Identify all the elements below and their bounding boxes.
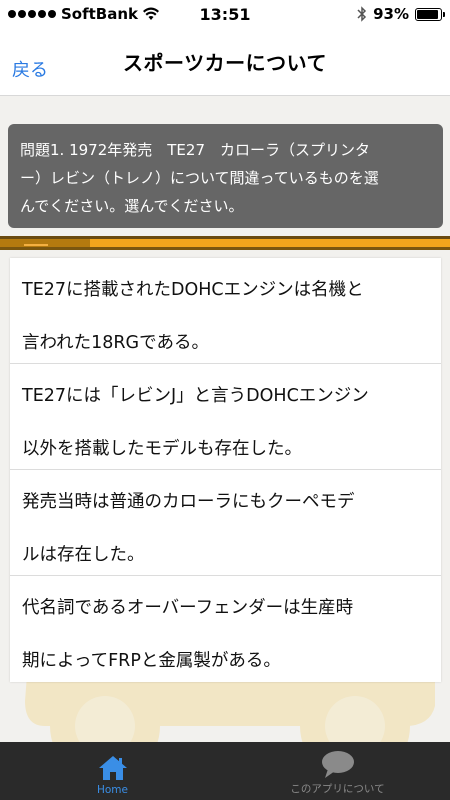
carrier-label: SoftBank	[61, 5, 139, 23]
house-icon	[98, 756, 127, 780]
answer-option-3-line-2: ルは存在した。	[22, 545, 145, 565]
question-box: 問題1. 1972年発売 TE27 カローラ（スプリンタ ー）レビン（トレノ）に…	[8, 124, 443, 228]
question-text-line-3: んでください。選んでください。	[20, 197, 244, 215]
question-text-line-2: ー）レビン（トレノ）について間違っているものを選	[20, 169, 379, 187]
speech-bubble-icon	[321, 751, 354, 778]
navigation-bar: 戻る スポーツカーについて	[0, 28, 450, 96]
answer-option-3[interactable]: 発売当時は普通のカローラにもクーペモデ ルは存在した。	[10, 470, 441, 576]
answer-list: TE27に搭載されたDOHCエンジンは名機と 言われた18RGである。 TE27…	[10, 258, 441, 682]
answer-option-4[interactable]: 代名詞であるオーバーフェンダーは生産時 期によってFRPと金属製がある。	[10, 576, 441, 682]
answer-option-1[interactable]: TE27に搭載されたDOHCエンジンは名機と 言われた18RGである。	[10, 258, 441, 364]
battery-percent: 93%	[373, 5, 409, 23]
progress-bar	[0, 236, 450, 250]
wifi-icon	[143, 7, 160, 20]
tab-bar: Home このアプリについて	[0, 742, 450, 800]
answer-option-2-line-1: TE27には「レビンJ」と言うDOHCエンジン	[22, 386, 369, 406]
battery-fill	[417, 9, 439, 19]
answer-option-4-line-1: 代名詞であるオーバーフェンダーは生産時	[22, 598, 354, 618]
answer-option-1-line-2: 言われた18RGである。	[22, 333, 209, 353]
page-title: スポーツカーについて	[123, 51, 327, 75]
status-bar: SoftBank 13:51 93%	[0, 0, 450, 28]
tab-home[interactable]: Home	[0, 742, 225, 800]
answer-option-2-line-2: 以外を搭載したモデルも存在した。	[22, 439, 302, 459]
back-button[interactable]: 戻る	[12, 56, 48, 82]
signal-strength-icon	[8, 10, 56, 18]
status-time: 13:51	[199, 4, 251, 24]
tab-home-label: Home	[96, 784, 128, 796]
answer-option-4-line-2: 期によってFRPと金属製がある。	[22, 651, 281, 671]
answer-option-1-line-1: TE27に搭載されたDOHCエンジンは名機と	[22, 280, 364, 300]
battery-icon	[415, 7, 445, 21]
status-left: SoftBank	[8, 5, 160, 23]
bluetooth-icon	[357, 6, 367, 22]
progress-marker	[24, 244, 48, 246]
answer-option-3-line-1: 発売当時は普通のカローラにもクーペモデ	[22, 492, 355, 512]
question-text-line-1: 問題1. 1972年発売 TE27 カローラ（スプリンタ	[20, 141, 370, 159]
answer-option-2[interactable]: TE27には「レビンJ」と言うDOHCエンジン 以外を搭載したモデルも存在した。	[10, 364, 441, 470]
progress-fill	[90, 239, 450, 247]
tab-about-label: このアプリについて	[290, 783, 385, 795]
status-right: 93%	[357, 5, 445, 23]
tab-about[interactable]: このアプリについて	[225, 742, 450, 800]
